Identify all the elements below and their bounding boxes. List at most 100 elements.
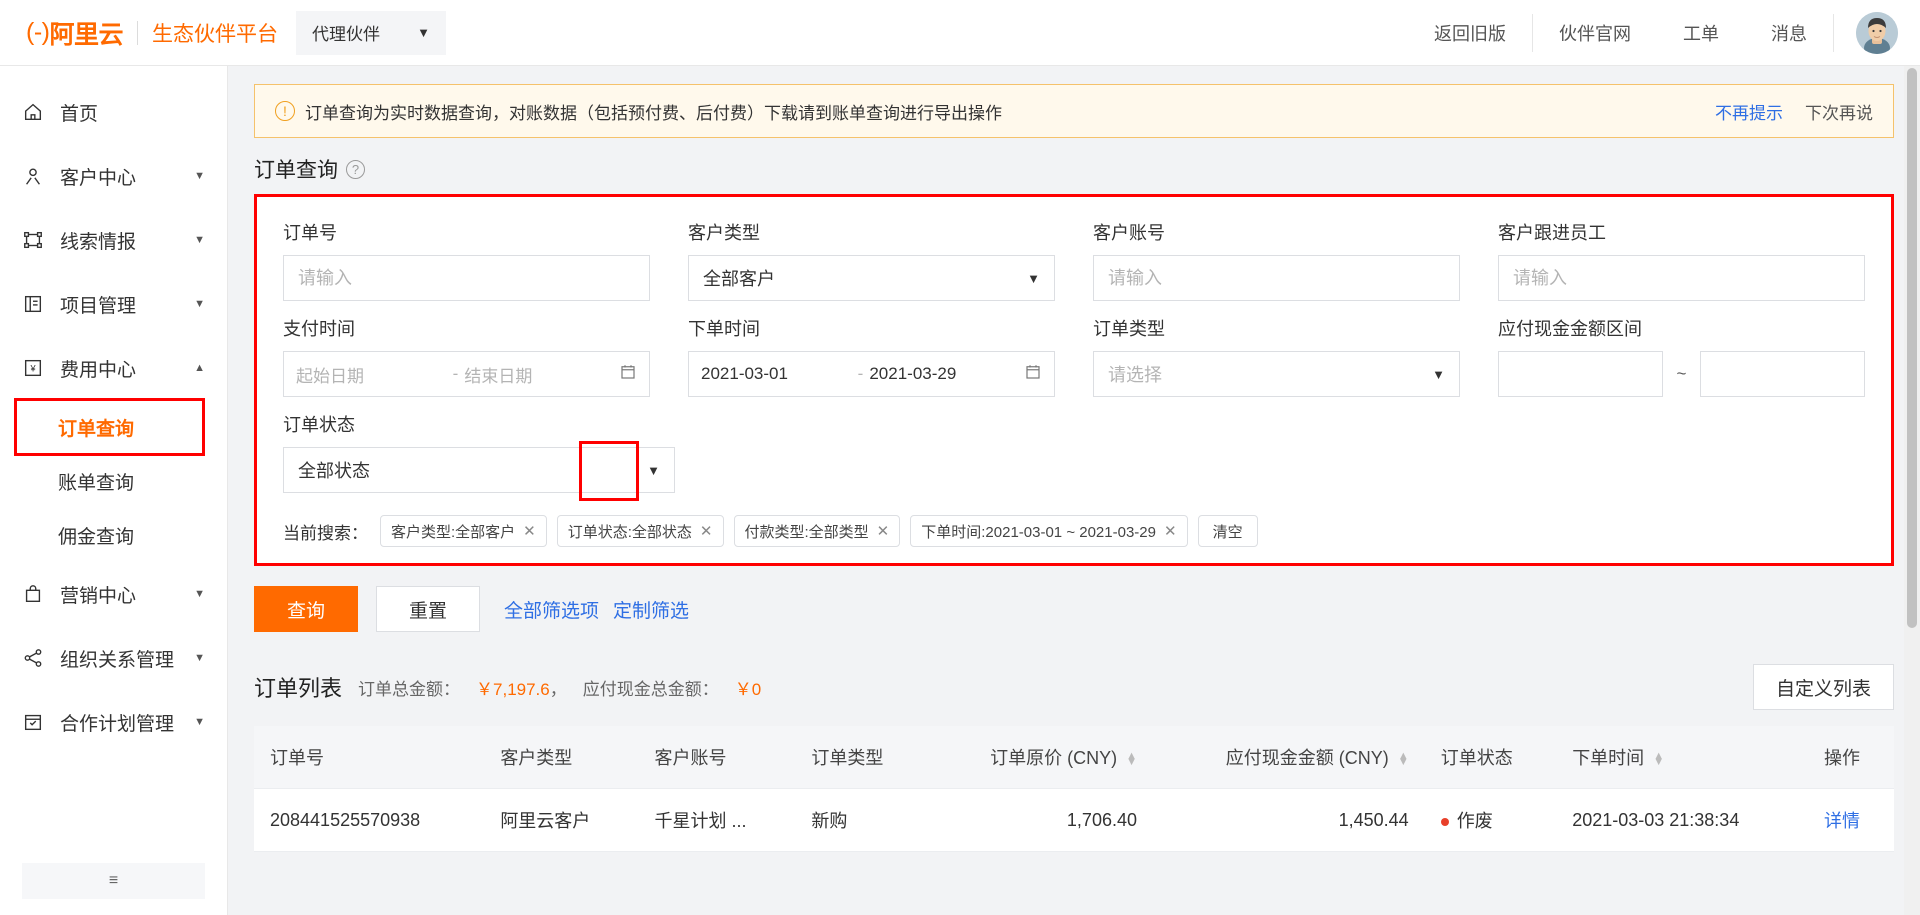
order-list-header: 订单列表 订单总金额： ￥7,197.6 ， 应付现金总金额： ￥0 自定义列表 — [254, 664, 1894, 710]
chevron-down-icon: ▼ — [194, 234, 205, 246]
close-icon[interactable]: ✕ — [523, 522, 536, 540]
sidebar-item-marketing[interactable]: 营销中心 ▼ — [0, 562, 227, 626]
order-type-select[interactable]: 请选择 ▼ — [1093, 351, 1460, 397]
logo-bracket-icon: (-) — [26, 18, 50, 46]
cash-range-pair: ~ — [1498, 351, 1865, 397]
sort-icon[interactable]: ▲ ▼ — [1653, 751, 1664, 768]
filter-field-order-type: 订单类型 请选择 ▼ — [1093, 315, 1498, 397]
cell-customer-type: 阿里云客户 — [484, 788, 639, 852]
filter-field-order-no: 订单号 — [283, 219, 688, 301]
nav-back-to-old[interactable]: 返回旧版 — [1408, 0, 1532, 66]
sidebar-item-leads[interactable]: 线索情报 ▼ — [0, 208, 227, 272]
sidebar-item-order-query[interactable]: 订单查询 — [0, 400, 227, 454]
close-icon[interactable]: ✕ — [877, 522, 890, 540]
role-selector[interactable]: 代理伙伴 ▼ — [296, 10, 446, 55]
fee-icon: ¥ — [22, 357, 52, 379]
search-tag-text: 订单状态:全部状态 — [567, 523, 692, 541]
customer-type-value: 全部客户 — [703, 269, 775, 289]
sidebar-label-leads: 线索情报 — [60, 231, 137, 253]
cell-original-price: 1,706.40 — [926, 788, 1153, 852]
banner-dont-show-again[interactable]: 不再提示 — [1715, 99, 1783, 124]
label-order-no: 订单号 — [283, 223, 337, 243]
search-tag-payment-type[interactable]: 付款类型:全部类型 ✕ — [733, 515, 901, 547]
label-order-status: 订单状态 — [283, 415, 355, 435]
body-wrapper: 首页 客户中心 ▼ 线索情报 ▼ 项目管理 ▼ ¥ 费用中心 ▲ 订单查询 账单… — [0, 66, 1920, 915]
avatar[interactable] — [1856, 11, 1898, 54]
cash-range-max-input[interactable] — [1700, 351, 1865, 397]
all-filters-link[interactable]: 全部筛选项 — [504, 596, 599, 623]
sidebar-label-home: 首页 — [60, 103, 99, 125]
cell-order-no: 208441525570938 — [254, 788, 485, 852]
sidebar-item-commission-query[interactable]: 佣金查询 — [0, 508, 227, 562]
nav-messages[interactable]: 消息 — [1745, 0, 1833, 66]
aliyun-logo[interactable]: (-) 阿里云 — [26, 15, 123, 51]
sidebar-item-plan[interactable]: 合作计划管理 ▼ — [0, 690, 227, 754]
col-ops: 操作 — [1807, 726, 1894, 789]
sidebar-item-project[interactable]: 项目管理 ▼ — [0, 272, 227, 336]
sidebar-item-fee-center[interactable]: ¥ 费用中心 ▲ — [0, 336, 227, 400]
sidebar-item-org[interactable]: 组织关系管理 ▼ — [0, 626, 227, 690]
filter-field-order-time: 下单时间 2021-03-01 - 2021-03-29 — [688, 315, 1093, 397]
cash-range-min-input[interactable] — [1498, 351, 1663, 397]
query-button[interactable]: 查询 — [254, 586, 358, 632]
sidebar-item-customer-center[interactable]: 客户中心 ▼ — [0, 144, 227, 208]
custom-filter-link[interactable]: 定制筛选 — [613, 596, 689, 623]
calendar-icon — [619, 363, 637, 386]
col-order-no: 订单号 — [254, 726, 485, 789]
col-order-time[interactable]: 下单时间 ▲ ▼ — [1556, 726, 1808, 789]
row-detail-link[interactable]: 详情 — [1824, 811, 1860, 831]
scrollbar-thumb[interactable] — [1907, 68, 1917, 628]
sort-icon[interactable]: ▲ ▼ — [1398, 751, 1409, 768]
close-icon[interactable]: ✕ — [1164, 522, 1177, 540]
page-title: 订单查询 — [254, 159, 338, 182]
table-row[interactable]: 208441525570938 阿里云客户 千星计划 ... 新购 1,706.… — [254, 788, 1894, 852]
order-no-input[interactable] — [283, 255, 650, 301]
sidebar-label-project: 项目管理 — [60, 295, 137, 317]
order-type-value: 请选择 — [1108, 365, 1162, 385]
filter-field-cash-range: 应付现金金额区间 ~ — [1498, 315, 1865, 397]
sidebar-collapse-button[interactable]: ≡ — [22, 863, 205, 899]
question-icon[interactable]: ? — [346, 159, 365, 179]
filter-panel: 订单号 客户类型 全部客户 ▼ 客户账号 — [254, 194, 1894, 566]
search-tag-customer-type[interactable]: 客户类型:全部客户 ✕ — [380, 515, 547, 547]
sidebar-item-bill-query[interactable]: 账单查询 — [0, 454, 227, 508]
table-header-row: 订单号 客户类型 客户账号 订单类型 订单原价 (CNY) ▲ ▼ 应付现金金额 … — [254, 726, 1894, 789]
order-time-range-picker[interactable]: 2021-03-01 - 2021-03-29 — [688, 351, 1055, 397]
customer-account-input[interactable] — [1093, 255, 1460, 301]
page-scrollbar[interactable] — [1904, 66, 1920, 915]
order-list-title: 订单列表 — [254, 676, 343, 701]
sidebar: 首页 客户中心 ▼ 线索情报 ▼ 项目管理 ▼ ¥ 费用中心 ▲ 订单查询 账单… — [0, 66, 228, 915]
status-dot-icon — [1440, 818, 1449, 827]
search-tag-text: 下单时间:2021-03-01 ~ 2021-03-29 — [921, 523, 1156, 541]
sidebar-label-commission-query: 佣金查询 — [58, 526, 135, 548]
order-total-value: ￥7,197.6 — [476, 679, 550, 699]
customer-staff-input[interactable] — [1498, 255, 1865, 301]
col-cash-amount[interactable]: 应付现金金额 (CNY) ▲ ▼ — [1153, 726, 1425, 789]
clear-search-button[interactable]: 清空 — [1197, 515, 1258, 547]
calendar-icon — [1024, 363, 1042, 386]
sidebar-label-customer-center: 客户中心 — [60, 167, 137, 189]
avatar-image — [1856, 11, 1898, 54]
banner-later[interactable]: 下次再说 — [1805, 99, 1873, 124]
pay-time-range-picker[interactable]: 起始日期 - 结束日期 — [283, 351, 650, 397]
cash-total-label: 应付现金总金额： — [582, 679, 719, 699]
filter-field-customer-type: 客户类型 全部客户 ▼ — [688, 219, 1093, 301]
sidebar-label-marketing: 营销中心 — [60, 585, 137, 607]
order-status-select[interactable]: 全部状态 ▼ — [283, 447, 675, 493]
custom-columns-button[interactable]: 自定义列表 — [1752, 664, 1894, 710]
reset-button[interactable]: 重置 — [376, 586, 480, 632]
cell-ops: 详情 — [1807, 788, 1894, 852]
col-original-price[interactable]: 订单原价 (CNY) ▲ ▼ — [926, 726, 1153, 789]
nav-tickets[interactable]: 工单 — [1657, 0, 1745, 66]
col-order-type: 订单类型 — [795, 726, 927, 789]
current-search-row: 当前搜索： 客户类型:全部客户 ✕ 订单状态:全部状态 ✕ 付款类型:全部类型 … — [283, 515, 1865, 547]
nav-partner-site[interactable]: 伙伴官网 — [1533, 0, 1657, 66]
sidebar-item-home[interactable]: 首页 — [0, 80, 227, 144]
sort-icon[interactable]: ▲ ▼ — [1126, 751, 1137, 768]
close-icon[interactable]: ✕ — [700, 522, 713, 540]
search-tag-order-status[interactable]: 订单状态:全部状态 ✕ — [556, 515, 724, 547]
customer-type-select[interactable]: 全部客户 ▼ — [688, 255, 1055, 301]
search-tag-order-time[interactable]: 下单时间:2021-03-01 ~ 2021-03-29 ✕ — [910, 515, 1188, 547]
cell-order-type: 新购 — [795, 788, 927, 852]
role-selector-value: 代理伙伴 — [312, 25, 380, 44]
